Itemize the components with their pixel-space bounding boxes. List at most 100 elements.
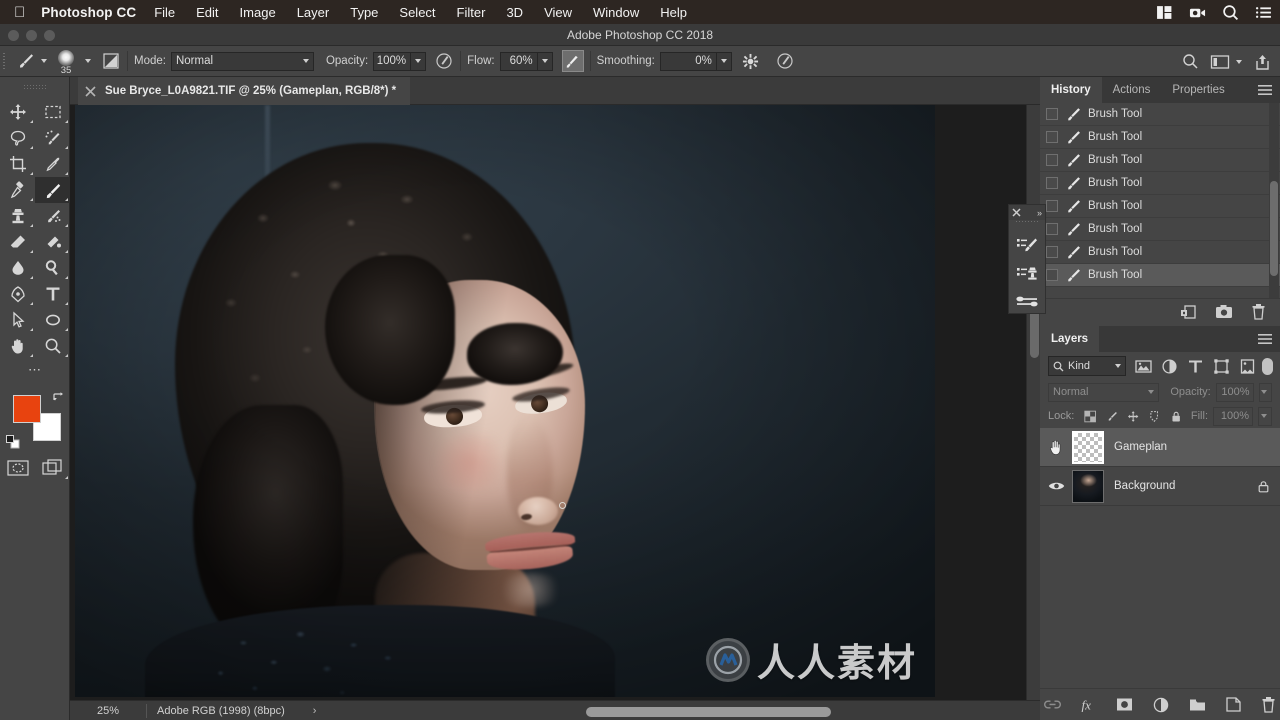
lasso-tool[interactable] <box>0 125 35 151</box>
document-info[interactable]: Adobe RGB (1998) (8bpc) › <box>147 705 326 717</box>
history-scroll-thumb[interactable] <box>1270 181 1278 276</box>
lock-artboard-icon[interactable] <box>1148 409 1160 424</box>
history-snapshot-checkbox[interactable] <box>1046 131 1058 143</box>
smoothing-options-button[interactable] <box>741 51 761 71</box>
layer-row[interactable]: Gameplan <box>1040 428 1280 467</box>
filter-smart-object-icon[interactable] <box>1239 358 1256 375</box>
lock-image-pixels-icon[interactable] <box>1106 409 1118 424</box>
history-scrollbar[interactable] <box>1269 103 1279 298</box>
brush-preview[interactable]: 35 <box>51 46 81 77</box>
dodge-tool[interactable] <box>35 255 70 281</box>
brush-picker-dropdown[interactable] <box>81 51 95 71</box>
close-icon[interactable] <box>1012 208 1021 217</box>
crop-tool[interactable] <box>0 151 35 177</box>
mini-panel-grip[interactable] <box>1016 221 1038 225</box>
rectangular-marquee-tool[interactable] <box>35 99 70 125</box>
clone-source-icon[interactable] <box>1012 261 1042 287</box>
default-colors-icon[interactable] <box>6 435 20 449</box>
brush-settings-panel-button[interactable] <box>101 46 121 77</box>
spotlight-search-icon[interactable] <box>1222 4 1239 21</box>
layer-opacity-dropdown[interactable] <box>1258 382 1272 402</box>
workspace-switcher[interactable] <box>1210 46 1242 77</box>
history-snapshot-checkbox[interactable] <box>1046 223 1058 235</box>
menu-3d[interactable]: 3D <box>506 5 523 20</box>
create-snapshot-icon[interactable] <box>1215 304 1233 319</box>
new-adjustment-layer-icon[interactable] <box>1153 697 1169 713</box>
screen-record-icon[interactable] <box>1189 4 1206 21</box>
new-layer-icon[interactable] <box>1226 697 1241 712</box>
layer-fill-dropdown[interactable] <box>1258 406 1272 426</box>
history-state-row[interactable]: Brush Tool <box>1040 195 1280 218</box>
filter-type-icon[interactable] <box>1187 358 1204 375</box>
layer-thumbnail[interactable] <box>1072 430 1104 464</box>
search-icon[interactable] <box>1180 52 1200 72</box>
history-state-row[interactable]: Brush Tool <box>1040 218 1280 241</box>
delete-layer-icon[interactable] <box>1261 696 1276 713</box>
filter-adjustment-icon[interactable] <box>1161 358 1178 375</box>
history-snapshot-checkbox[interactable] <box>1046 154 1058 166</box>
brush-settings-icon[interactable] <box>1012 290 1042 316</box>
tools-panel-grip[interactable] <box>0 81 70 93</box>
flow-dropdown[interactable] <box>537 51 553 71</box>
layer-blend-mode-select[interactable]: Normal <box>1048 382 1160 402</box>
history-snapshot-checkbox[interactable] <box>1046 246 1058 258</box>
history-state-row[interactable]: Brush Tool <box>1040 103 1280 126</box>
opacity-input[interactable]: 100% <box>373 51 412 71</box>
lock-all-icon[interactable] <box>1170 409 1182 424</box>
canvas-area[interactable]: 人人素材 <box>70 105 1040 720</box>
layer-style-fx-icon[interactable]: fx <box>1081 697 1096 713</box>
link-layers-icon[interactable] <box>1044 699 1061 710</box>
smoothing-input[interactable]: 0% <box>659 51 717 71</box>
history-snapshot-checkbox[interactable] <box>1046 177 1058 189</box>
blur-tool[interactable] <box>0 255 35 281</box>
smoothing-dropdown[interactable] <box>716 51 732 71</box>
brush-presets-icon[interactable] <box>1012 232 1042 258</box>
flow-input[interactable]: 60% <box>499 51 538 71</box>
close-window-button[interactable] <box>8 30 19 41</box>
menu-edit[interactable]: Edit <box>196 5 218 20</box>
mini-panel-header[interactable]: » <box>1009 205 1045 220</box>
hand-cursor-icon[interactable] <box>1048 439 1065 456</box>
canvas-vertical-scrollbar[interactable] <box>1026 105 1040 720</box>
type-tool[interactable] <box>35 281 70 307</box>
history-brush-tool[interactable] <box>35 203 70 229</box>
path-selection-tool[interactable] <box>0 307 35 333</box>
create-document-from-state-icon[interactable] <box>1180 304 1197 320</box>
pressure-opacity-icon[interactable] <box>434 51 454 71</box>
zoom-tool[interactable] <box>35 333 70 359</box>
move-tool[interactable] <box>0 99 35 125</box>
layer-list[interactable]: Gameplan Background <box>1040 428 1280 506</box>
tab-actions[interactable]: Actions <box>1102 77 1162 103</box>
eraser-tool[interactable] <box>0 229 35 255</box>
history-state-row[interactable]: Brush Tool <box>1040 149 1280 172</box>
document-tab[interactable]: Sue Bryce_L0A9821.TIF @ 25% (Gameplan, R… <box>78 77 411 105</box>
history-snapshot-checkbox[interactable] <box>1046 108 1058 120</box>
screen-mode-icon[interactable] <box>35 455 70 481</box>
control-center-icon[interactable] <box>1156 4 1173 21</box>
canvas-horizontal-scroll-thumb[interactable] <box>586 707 831 717</box>
hand-tool[interactable] <box>0 333 35 359</box>
expand-panel-icon[interactable]: » <box>1037 208 1042 218</box>
tab-history[interactable]: History <box>1040 77 1102 103</box>
edit-toolbar-button[interactable]: ⋯ <box>0 359 70 381</box>
menu-type[interactable]: Type <box>350 5 378 20</box>
pen-tool[interactable] <box>0 281 35 307</box>
opacity-dropdown[interactable] <box>411 51 427 71</box>
close-icon[interactable] <box>85 85 96 97</box>
layer-visibility-toggle[interactable] <box>1040 467 1072 506</box>
menu-view[interactable]: View <box>544 5 572 20</box>
tab-properties[interactable]: Properties <box>1161 77 1235 103</box>
new-group-icon[interactable] <box>1189 698 1206 712</box>
panel-menu-icon[interactable] <box>1258 83 1272 97</box>
maximize-window-button[interactable] <box>44 30 55 41</box>
options-bar-grip[interactable] <box>0 46 9 77</box>
layer-visibility-toggle[interactable] <box>1040 428 1072 467</box>
filter-shape-icon[interactable] <box>1213 358 1230 375</box>
brush-tool[interactable] <box>35 177 70 203</box>
tool-preset-dropdown[interactable] <box>37 51 51 71</box>
add-layer-mask-icon[interactable] <box>1116 697 1133 712</box>
status-menu-arrow-icon[interactable]: › <box>313 705 317 717</box>
healing-brush-tool[interactable] <box>0 177 35 203</box>
menu-filter[interactable]: Filter <box>457 5 486 20</box>
history-state-row[interactable]: Brush Tool <box>1040 241 1280 264</box>
